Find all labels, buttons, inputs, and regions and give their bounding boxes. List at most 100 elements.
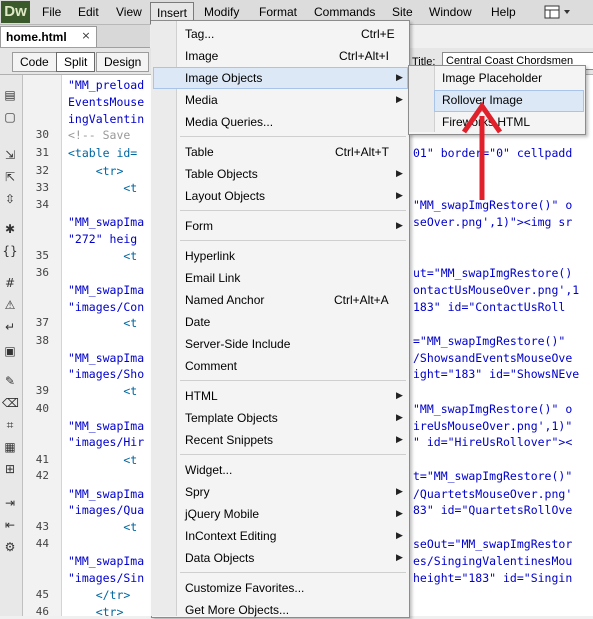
- menu-icon-gutter: [151, 21, 177, 616]
- line-number: 40: [35, 402, 49, 415]
- code-line: <t: [68, 453, 138, 467]
- line-number: 45: [35, 588, 49, 601]
- design-view-button[interactable]: Design: [96, 52, 150, 72]
- annotation-arrow-icon: [462, 102, 502, 200]
- workspace-layout-button[interactable]: [541, 3, 575, 21]
- code-line: seOut="MM_swapImgRestor: [413, 537, 573, 551]
- submenu-arrow-icon: ▶: [396, 413, 403, 423]
- outdent-icon[interactable]: ⇤: [2, 518, 18, 532]
- open-documents-icon[interactable]: ▤: [2, 88, 18, 102]
- menu-file[interactable]: File: [36, 2, 67, 22]
- shortcut-label: Ctrl+Alt+A: [334, 293, 389, 307]
- menu-site[interactable]: Site: [386, 2, 419, 22]
- menu-item-date[interactable]: Date: [185, 313, 210, 331]
- code-line: "images/Con: [68, 300, 145, 314]
- recent-snippets-icon[interactable]: ▦: [2, 440, 18, 454]
- collapse-icon[interactable]: ⇲: [2, 148, 18, 162]
- menu-separator: [180, 210, 406, 211]
- menu-item-customize-favorites[interactable]: Customize Favorites...: [185, 579, 304, 597]
- submenu-arrow-icon: ▶: [396, 95, 403, 105]
- code-line: "MM_swapIma: [68, 283, 145, 297]
- line-number: 35: [35, 249, 49, 262]
- menu-item-named-anchor[interactable]: Named Anchor: [185, 291, 264, 309]
- menu-edit[interactable]: Edit: [72, 2, 105, 22]
- code-line: 183" id="ContactUsRoll: [413, 300, 566, 314]
- close-tab-icon[interactable]: ×: [80, 30, 92, 42]
- code-line: <t: [68, 384, 138, 398]
- menu-separator: [180, 240, 406, 241]
- menu-modify[interactable]: Modify: [198, 2, 245, 22]
- code-line: "MM_swapIma: [68, 215, 145, 229]
- file-icon[interactable]: ▢: [2, 110, 18, 124]
- menu-item-email-link[interactable]: Email Link: [185, 269, 240, 287]
- menu-item-jquery-mobile[interactable]: jQuery Mobile: [185, 505, 259, 523]
- menu-commands[interactable]: Commands: [308, 2, 381, 22]
- code-line: 83" id="QuartetsRollOve: [413, 503, 573, 517]
- menu-format[interactable]: Format: [253, 2, 303, 22]
- menu-item-image[interactable]: Image: [185, 47, 218, 65]
- collapse-tag-icon[interactable]: ⇳: [2, 192, 18, 206]
- menu-item-recent-snippets[interactable]: Recent Snippets: [185, 431, 273, 449]
- code-line: <!-- Save: [68, 128, 138, 142]
- comment-icon[interactable]: ✎: [2, 374, 18, 388]
- menu-item-media-queries[interactable]: Media Queries...: [185, 113, 273, 131]
- wrap-tag-icon[interactable]: ⌗: [2, 418, 18, 432]
- indent-icon[interactable]: ⇥: [2, 496, 18, 510]
- menu-item-layout-objects[interactable]: Layout Objects: [185, 187, 265, 205]
- menu-item-table-objects[interactable]: Table Objects: [185, 165, 258, 183]
- format-source-icon[interactable]: ⚙: [2, 540, 18, 554]
- code-line: ="MM_swapImgRestore()": [413, 334, 566, 348]
- menu-item-image-objects[interactable]: Image Objects: [185, 69, 262, 87]
- code-line: /QuartetsMouseOver.png': [413, 487, 573, 501]
- expand-icon[interactable]: ⇱: [2, 170, 18, 184]
- dreamweaver-logo: Dw: [1, 1, 30, 23]
- menu-item-incontext-editing[interactable]: InContext Editing: [185, 527, 276, 545]
- submenu-arrow-icon: ▶: [396, 391, 403, 401]
- code-line: <t: [68, 316, 138, 330]
- menu-item-server-side-include[interactable]: Server-Side Include: [185, 335, 290, 353]
- menu-item-form[interactable]: Form: [185, 217, 213, 235]
- submenu-arrow-icon: ▶: [396, 487, 403, 497]
- menu-item-widget[interactable]: Widget...: [185, 461, 232, 479]
- balance-braces-icon[interactable]: {}: [2, 244, 18, 258]
- submenu-arrow-icon: ▶: [396, 73, 403, 83]
- split-view-button[interactable]: Split: [56, 52, 96, 72]
- menu-separator: [180, 454, 406, 455]
- submenu-item-image-placeholder[interactable]: Image Placeholder: [442, 69, 542, 87]
- select-parent-tag-icon[interactable]: ✱: [2, 222, 18, 236]
- syntax-error-icon[interactable]: ▣: [2, 344, 18, 358]
- menu-item-table[interactable]: Table: [185, 143, 214, 161]
- code-line: "images/Sho: [68, 367, 145, 381]
- menu-separator: [180, 380, 406, 381]
- line-number: 44: [35, 537, 49, 550]
- menu-item-data-objects[interactable]: Data Objects: [185, 549, 254, 567]
- menu-view[interactable]: View: [110, 2, 148, 22]
- line-number: 46: [35, 605, 49, 618]
- remove-comment-icon[interactable]: ⌫: [2, 396, 19, 410]
- menu-help[interactable]: Help: [485, 2, 522, 22]
- line-number: 36: [35, 266, 49, 279]
- menu-item-spry[interactable]: Spry: [185, 483, 210, 501]
- menu-item-comment[interactable]: Comment: [185, 357, 237, 375]
- menu-item-media[interactable]: Media: [185, 91, 218, 109]
- code-line: "272" heig: [68, 232, 138, 246]
- submenu-arrow-icon: ▶: [396, 221, 403, 231]
- highlight-invalid-icon[interactable]: ⚠: [2, 298, 18, 312]
- menu-window[interactable]: Window: [423, 2, 478, 22]
- move-css-icon[interactable]: ⊞: [2, 462, 18, 476]
- menu-item-get-more-objects[interactable]: Get More Objects...: [185, 601, 289, 619]
- menu-item-tag[interactable]: Tag...: [185, 25, 214, 43]
- wrap-icon[interactable]: ↵: [2, 320, 18, 334]
- menu-item-html[interactable]: HTML: [185, 387, 218, 405]
- menu-item-hyperlink[interactable]: Hyperlink: [185, 247, 235, 265]
- code-line: "MM_swapIma: [68, 419, 145, 433]
- code-line: ut="MM_swapImgRestore(): [413, 266, 573, 280]
- line-number: 43: [35, 520, 49, 533]
- line-numbers-icon[interactable]: #: [2, 276, 18, 290]
- menu-item-template-objects[interactable]: Template Objects: [185, 409, 278, 427]
- code-line: "images/Hir: [68, 435, 145, 449]
- line-number: 38: [35, 334, 49, 347]
- code-view-button[interactable]: Code: [12, 52, 57, 72]
- menu-separator: [180, 572, 406, 573]
- line-number: 42: [35, 469, 49, 482]
